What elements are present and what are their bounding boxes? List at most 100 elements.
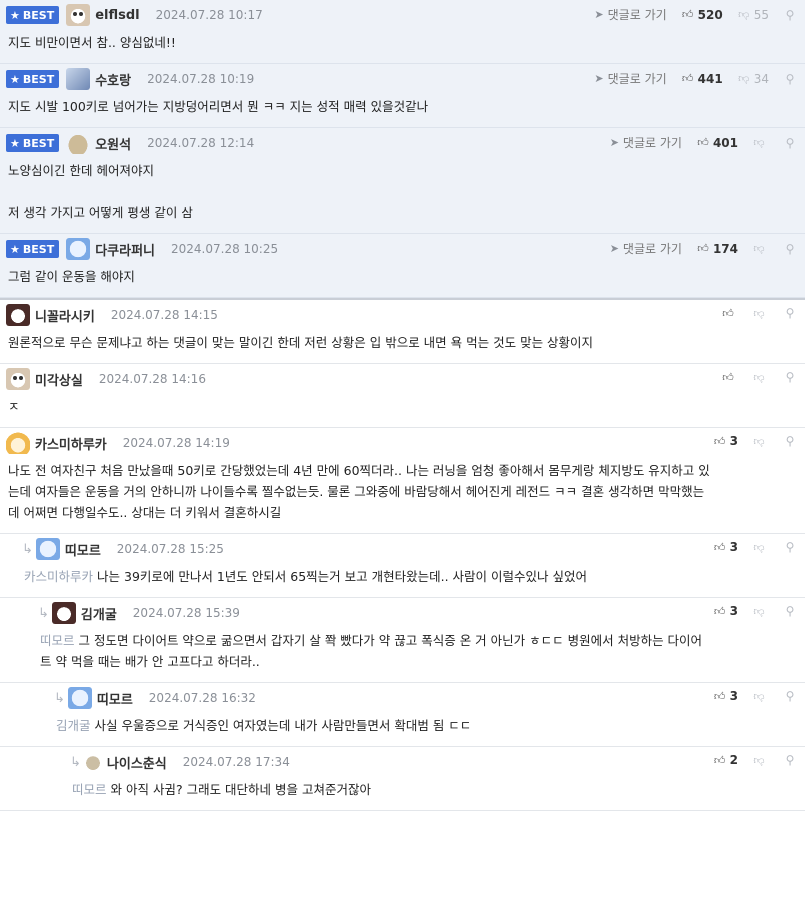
link-icon[interactable]: ⚲ [783, 753, 797, 767]
thumbs-up-icon[interactable]: 👍︎ [713, 605, 727, 618]
comment-line: 지도 비만이면서 참.. 양심없네!! [8, 32, 797, 53]
thumbs-down-icon[interactable]: 👎︎ [752, 754, 766, 767]
comment-line: 그럼 같이 운동을 해야지 [8, 266, 797, 287]
comment-line: 띠모르 와 아직 사귐? 그래도 대단하네 병을 고쳐준거잖아 [72, 779, 797, 800]
comment-actions: ➤ 댓글로 가기 👍︎ 441 👎︎ 34 ⚲ [594, 70, 797, 87]
thumbs-down-icon[interactable]: 👎︎ [752, 136, 766, 149]
comment-actions: 👍︎ 3 👎︎ ⚲ [713, 434, 797, 448]
avatar[interactable] [66, 238, 91, 260]
nickname[interactable]: 수호랑 [95, 70, 131, 89]
mention-link[interactable]: 띠모르 [72, 782, 107, 797]
best-badge: ★ BEST [6, 240, 60, 258]
comment-header: ★ BEST 오원석 2024.07.28 12:14 ➤ 댓글로 가기 👍︎ 401 👎︎ ⚲ [6, 128, 797, 154]
thumbs-down-icon[interactable]: 👎︎ [752, 242, 766, 255]
nickname[interactable]: 미각상실 [35, 370, 83, 389]
thumbs-up-icon[interactable]: 👍︎ [713, 541, 727, 554]
avatar[interactable] [6, 432, 30, 454]
go-to-comment-link[interactable]: ➤ 댓글로 가기 [610, 134, 682, 151]
link-icon[interactable]: ⚲ [783, 689, 797, 703]
nickname[interactable]: 오원석 [95, 134, 131, 153]
avatar[interactable] [51, 602, 76, 624]
thumbs-up-icon[interactable]: 👍︎ [713, 690, 727, 703]
comment-text: 지도 시발 100키로 넘어가는 지방덩어리면서 뭔 ㅋㅋ 지는 성적 매력 있… [8, 99, 429, 114]
link-icon[interactable]: ⚲ [783, 242, 797, 256]
nickname[interactable]: 나이스춘식 [107, 753, 167, 772]
thumbs-down-icon[interactable]: 👎︎ [752, 371, 766, 384]
avatar[interactable] [66, 132, 91, 154]
avatar[interactable] [67, 687, 92, 709]
link-icon[interactable]: ⚲ [783, 434, 797, 448]
comment: 카스미하루카 2024.07.28 14:19 👍︎ 3 👎︎ ⚲ 나도 전 여자친구 처음… [0, 428, 805, 534]
go-to-comment-link[interactable]: ➤ 댓글로 가기 [594, 70, 666, 87]
link-icon[interactable]: ⚲ [783, 604, 797, 618]
mention-link[interactable]: 띠모르 [40, 633, 75, 648]
nickname[interactable]: 띠모르 [65, 540, 101, 559]
nickname[interactable]: 다쿠라퍼니 [95, 240, 155, 259]
thumbs-down-icon[interactable]: 👎︎ [737, 8, 751, 21]
avatar[interactable] [66, 68, 91, 90]
nickname[interactable]: elflsdl [95, 8, 139, 23]
comment-line: 는데 여자들은 운동을 거의 안하니까 나이들수록 찔수없는듯. 물론 그와중에… [8, 481, 797, 502]
thumbs-up-icon[interactable]: 👍︎ [721, 307, 735, 320]
comment-text: 사실 우울증으로 거식증인 여자였는데 내가 사람만들면서 확대범 됨 ㄷㄷ [94, 718, 472, 733]
thumbs-down-icon[interactable]: 👎︎ [737, 72, 751, 85]
thumbs-up-icon[interactable]: 👍︎ [713, 435, 727, 448]
upvote-count: 3 [729, 540, 738, 554]
comment-body: 띠모르 그 정도면 다이어트 약으로 굶으면서 갑자기 살 쫙 빴다가 약 끊고 … [38, 624, 797, 682]
link-icon[interactable]: ⚲ [783, 370, 797, 384]
go-to-comment-link[interactable]: ➤ 댓글로 가기 [594, 6, 666, 23]
reply-arrow-icon: ↳ [70, 754, 81, 770]
thumbs-down-icon[interactable]: 👎︎ [752, 307, 766, 320]
best-comment: ★ BEST 수호랑 2024.07.28 10:19 ➤ 댓글로 가기 👍︎ 441 👎︎ 34… [0, 64, 805, 128]
upvote-count: 441 [697, 71, 723, 86]
comment-line: ㅈ [8, 396, 797, 417]
upvote-count: 3 [729, 434, 738, 448]
avatar[interactable] [66, 4, 91, 26]
link-icon[interactable]: ⚲ [783, 72, 797, 86]
thumbs-up-icon[interactable]: 👍︎ [713, 754, 727, 767]
star-icon: ★ [10, 72, 20, 86]
comment-actions: 👍︎ 👎︎ ⚲ [721, 370, 797, 384]
thumbs-up-icon[interactable]: 👍︎ [681, 72, 695, 85]
nickname[interactable]: 김개굴 [81, 604, 117, 623]
avatar[interactable] [6, 304, 30, 326]
comment-text: ㅈ [8, 399, 20, 414]
comment: 니꼴라시키 2024.07.28 14:15 👍︎ 👎︎ ⚲ 원론적으로 무슨 문제냐고 … [0, 298, 805, 364]
link-icon[interactable]: ⚲ [783, 8, 797, 22]
avatar[interactable] [83, 751, 102, 773]
go-to-comment-link[interactable]: ➤ 댓글로 가기 [610, 240, 682, 257]
link-icon[interactable]: ⚲ [783, 136, 797, 150]
thumbs-down-icon[interactable]: 👎︎ [752, 690, 766, 703]
thumbs-down-icon[interactable]: 👎︎ [752, 605, 766, 618]
comment-body: 나도 전 여자친구 처음 만났을때 50키로 간당했었는데 4년 만에 60찍더… [6, 454, 797, 533]
timestamp: 2024.07.28 16:32 [148, 691, 256, 705]
upvote-count: 520 [697, 7, 723, 22]
reply-comment: ↳ 띠모르 2024.07.28 15:25 👍︎ 3 👎︎ ⚲ 카스미하루카 나는 39키로에… [0, 534, 805, 598]
comment-line: 김개굴 사실 우울증으로 거식증인 여자였는데 내가 사람만들면서 확대범 됨 ㄷ… [56, 715, 797, 736]
link-icon[interactable]: ⚲ [783, 540, 797, 554]
comment-text: 데 어쩌면 다행일수도.. 상대는 더 키워서 결혼하시길 [8, 505, 282, 520]
avatar[interactable] [6, 368, 30, 390]
downvote-count: 34 [753, 71, 769, 86]
send-icon: ➤ [609, 136, 619, 149]
thumbs-up-icon[interactable]: 👍︎ [696, 136, 710, 149]
comment-body: 그럼 같이 운동을 해야지 [6, 260, 797, 297]
mention-link[interactable]: 카스미하루카 [24, 569, 93, 584]
nickname[interactable]: 니꼴라시키 [35, 306, 95, 325]
comment-actions: ➤ 댓글로 가기 👍︎ 174 👎︎ ⚲ [610, 240, 797, 257]
thumbs-up-icon[interactable]: 👍︎ [681, 8, 695, 21]
thumbs-up-icon[interactable]: 👍︎ [696, 242, 710, 255]
thumbs-up-icon[interactable]: 👍︎ [721, 371, 735, 384]
link-icon[interactable]: ⚲ [783, 306, 797, 320]
comment-text: 그럼 같이 운동을 해야지 [8, 269, 135, 284]
mention-link[interactable]: 김개굴 [56, 718, 91, 733]
reply-comment: ↳ 김개굴 2024.07.28 15:39 👍︎ 3 👎︎ ⚲ 띠모르 그 정도면 다이어트 … [0, 598, 805, 683]
avatar[interactable] [35, 538, 60, 560]
comment-body: 지도 시발 100키로 넘어가는 지방덩어리면서 뭔 ㅋㅋ 지는 성적 매력 있… [6, 90, 797, 127]
timestamp: 2024.07.28 15:25 [116, 542, 224, 556]
upvote-count: 3 [729, 689, 738, 703]
nickname[interactable]: 카스미하루카 [35, 434, 107, 453]
thumbs-down-icon[interactable]: 👎︎ [752, 435, 766, 448]
thumbs-down-icon[interactable]: 👎︎ [752, 541, 766, 554]
nickname[interactable]: 띠모르 [97, 689, 133, 708]
